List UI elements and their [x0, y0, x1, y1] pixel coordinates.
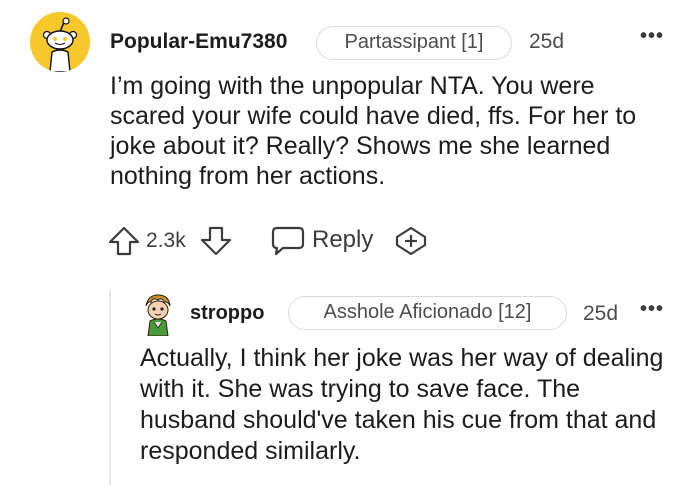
award-icon[interactable] — [394, 226, 428, 256]
username[interactable]: stroppo — [190, 302, 264, 325]
user-flair: Asshole Aficionado [12] — [288, 296, 567, 330]
upvote-icon[interactable] — [108, 226, 140, 256]
comment-age[interactable]: 25d — [583, 302, 618, 326]
comment-body: I’m going with the unpopular NTA. You we… — [110, 72, 637, 190]
reply-bubble-icon[interactable] — [271, 226, 305, 256]
downvote-icon[interactable] — [200, 226, 232, 256]
comment-actions: 2.3k Reply — [108, 222, 438, 258]
comment-popular-emu7380: Popular-Emu7380 Partassipant [1] 25d •••… — [0, 0, 700, 290]
username[interactable]: Popular-Emu7380 — [110, 30, 287, 54]
reply-button[interactable]: Reply — [312, 226, 373, 254]
more-options-icon[interactable]: ••• — [640, 25, 664, 48]
user-avatar[interactable] — [30, 12, 90, 72]
user-flair: Partassipant [1] — [316, 26, 512, 60]
custom-avatar-icon[interactable] — [140, 292, 176, 336]
comment-body: Actually, I think her joke was her way o… — [140, 344, 664, 465]
snoo-avatar-icon — [30, 12, 90, 72]
more-options-icon[interactable]: ••• — [640, 298, 664, 321]
comment-age[interactable]: 25d — [529, 30, 564, 54]
vote-count: 2.3k — [146, 229, 186, 252]
